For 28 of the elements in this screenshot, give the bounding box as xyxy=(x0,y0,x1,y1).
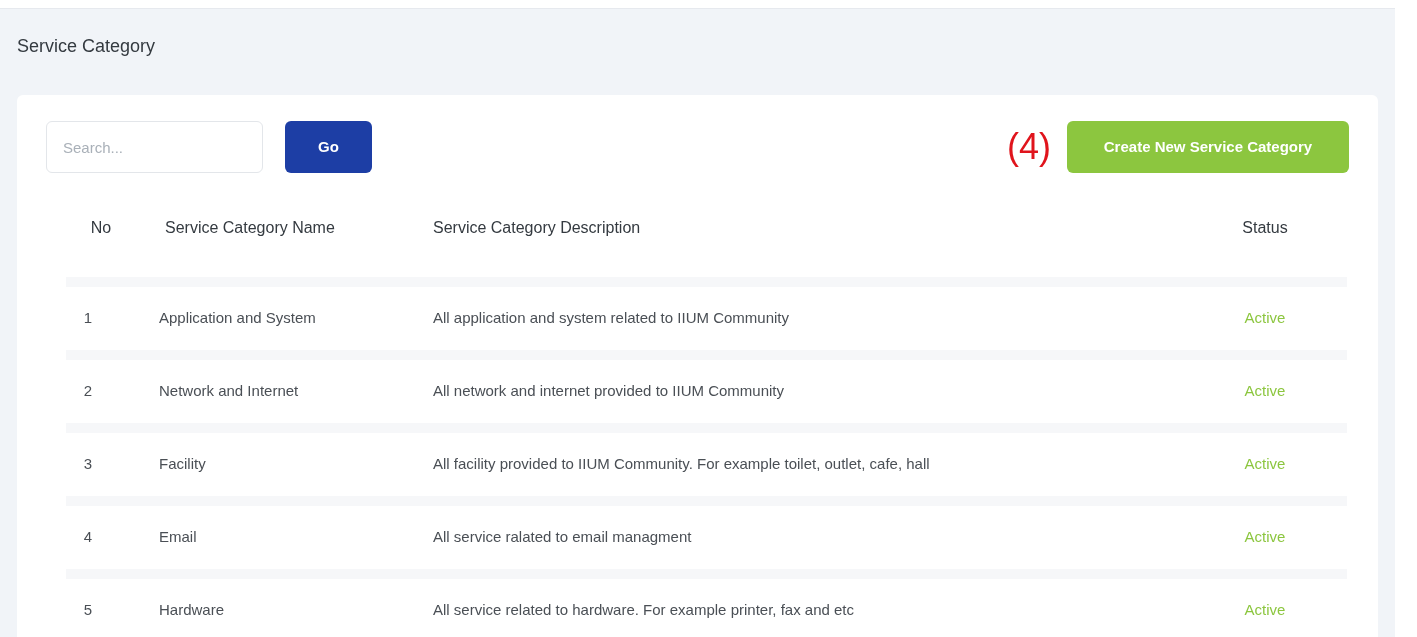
page-title: Service Category xyxy=(17,36,156,56)
column-header: No xyxy=(89,218,113,238)
table-cell-text: All service ralated to email managment xyxy=(432,527,693,548)
table-cell-text: Network and Internet xyxy=(158,381,300,402)
table-cell-text: 5 xyxy=(82,600,94,621)
table-cell-text: All facility provided to IIUM Community. For example toilet, outlet, cafe, hall xyxy=(432,454,931,475)
table-cell-text: 3 xyxy=(82,454,94,475)
status-text: Active xyxy=(1243,527,1287,548)
search-field[interactable]: Search... xyxy=(46,121,263,173)
column-header: Service Category Description xyxy=(432,218,642,238)
column-header: Status xyxy=(1241,218,1289,238)
table-cell-text: 4 xyxy=(82,527,94,548)
table-cell-text: All application and system related to IIUM Community xyxy=(432,308,790,329)
go-button[interactable]: Go xyxy=(285,121,372,173)
table-cell-text: All service related to hardware. For example printer, fax and etc xyxy=(432,600,856,621)
table-cell-text: Hardware xyxy=(158,600,226,621)
status-text: Active xyxy=(1243,600,1287,621)
table-cell-text: Application and System xyxy=(158,308,317,329)
column-header: Service Category Name xyxy=(164,218,336,238)
table-cell-text: Facility xyxy=(158,454,207,475)
table-cell-text: 1 xyxy=(82,308,94,329)
status-text: Active xyxy=(1243,381,1287,402)
annotation-label: (4) xyxy=(1007,129,1051,165)
table-cell-text: 2 xyxy=(82,381,94,402)
table-cell-text: Email xyxy=(158,527,198,548)
status-text: Active xyxy=(1243,308,1287,329)
status-text: Active xyxy=(1243,454,1287,475)
table-cell-text: All network and internet provided to IIUM Community xyxy=(432,381,785,402)
